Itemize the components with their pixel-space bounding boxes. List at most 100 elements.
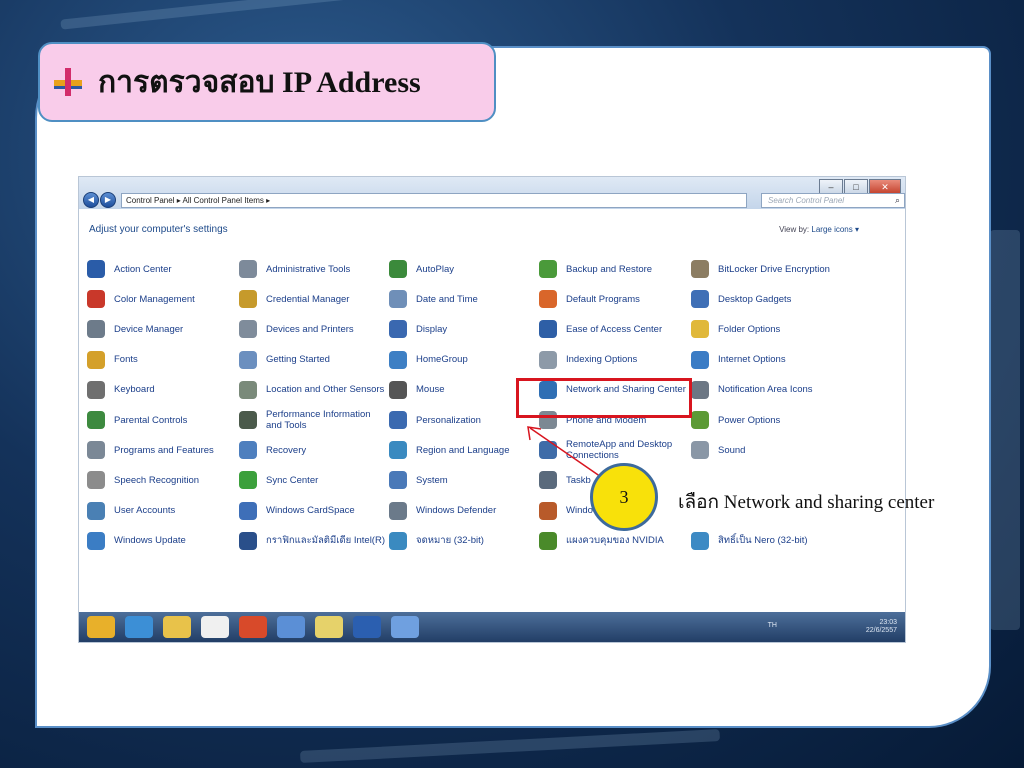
control-panel-item[interactable]: Devices and Printers (239, 315, 387, 343)
control-panel-item-label: Personalization (416, 414, 481, 426)
control-panel-item-label: Indexing Options (566, 354, 638, 366)
control-panel-item-icon (87, 531, 105, 550)
control-panel-item[interactable]: Fonts (87, 346, 235, 374)
taskbar-app-icon[interactable] (125, 616, 153, 638)
control-panel-item-icon (239, 441, 257, 460)
control-panel-item-icon (239, 350, 257, 369)
taskbar-app-icon[interactable] (353, 616, 381, 638)
control-panel-item-label: Performance Information and Tools (266, 409, 371, 431)
step-instruction: เลือก Network and sharing center (678, 492, 935, 513)
control-panel-item[interactable]: แผงควบคุมของ NVIDIA (539, 527, 687, 555)
control-panel-item[interactable]: System (389, 466, 537, 494)
control-panel-item-icon (389, 471, 407, 490)
search-icon[interactable]: ⌕ (895, 194, 900, 207)
control-panel-item[interactable]: Location and Other Sensors (239, 376, 387, 404)
control-panel-item-label: Fonts (114, 354, 138, 366)
control-panel-item[interactable]: Power Options (691, 406, 839, 434)
control-panel-item-icon (239, 380, 257, 399)
control-panel-item-label: System (416, 474, 448, 486)
control-panel-item-icon (691, 411, 709, 429)
search-input[interactable]: Search Control Panel ⌕ (761, 193, 905, 208)
language-indicator[interactable]: TH (768, 622, 777, 629)
control-panel-item-label: Getting Started (266, 354, 330, 366)
control-panel-item[interactable]: Getting Started (239, 346, 387, 374)
taskbar-app-icon[interactable] (201, 616, 229, 638)
control-panel-item[interactable]: Administrative Tools (239, 255, 387, 283)
control-panel-item[interactable]: Windows Update (87, 527, 235, 555)
address-bar[interactable]: Control Panel ▸ All Control Panel Items … (121, 193, 747, 208)
control-panel-item[interactable]: Mouse (389, 376, 537, 404)
view-by-control[interactable]: View by: Large icons ▾ (779, 225, 859, 234)
forward-arrow-icon[interactable]: ▶ (100, 192, 116, 208)
control-panel-item[interactable]: Programs and Features (87, 436, 235, 464)
control-panel-item[interactable]: Device Manager (87, 315, 235, 343)
control-panel-item[interactable]: Keyboard (87, 376, 235, 404)
control-panel-item[interactable]: AutoPlay (389, 255, 537, 283)
control-panel-item-label: Recovery (266, 444, 307, 456)
control-panel-item-icon (389, 290, 407, 309)
control-panel-item[interactable]: Notification Area Icons (691, 376, 839, 404)
control-panel-item[interactable]: Personalization (389, 406, 537, 434)
control-panel-item-label: Sync Center (266, 474, 319, 486)
control-panel-item-label: BitLocker Drive Encryption (718, 263, 830, 275)
taskbar-app-icon[interactable] (391, 616, 419, 638)
plus-bullet-icon (54, 68, 82, 96)
control-panel-item[interactable]: Folder Options (691, 315, 839, 343)
control-panel-item[interactable]: Default Programs (539, 285, 687, 313)
control-panel-item-label: Programs and Features (114, 444, 214, 456)
control-panel-item-label: Default Programs (566, 293, 640, 305)
control-panel-item[interactable]: Performance Information and Tools (239, 406, 387, 434)
control-panel-item-icon (239, 290, 257, 309)
control-panel-item[interactable]: Windows Defender (389, 497, 537, 525)
control-panel-item[interactable]: Internet Options (691, 346, 839, 374)
control-panel-item-label: Windows Update (114, 535, 186, 547)
control-panel-item-icon (539, 501, 557, 520)
control-panel-item[interactable]: Date and Time (389, 285, 537, 313)
clock-time: 23:03 (879, 619, 897, 626)
control-panel-item[interactable]: Color Management (87, 285, 235, 313)
control-panel-item[interactable]: Region and Language (389, 436, 537, 464)
control-panel-item[interactable]: Ease of Access Center (539, 315, 687, 343)
control-panel-item-icon (691, 290, 709, 309)
back-arrow-icon[interactable]: ◀ (83, 192, 99, 208)
taskbar: TH 23:03 22/6/2557 (79, 612, 905, 642)
control-panel-item-icon (691, 380, 709, 399)
control-panel-item-icon (691, 441, 709, 460)
control-panel-item[interactable]: Indexing Options (539, 346, 687, 374)
background-streak (299, 729, 721, 763)
taskbar-app-icon[interactable] (277, 616, 305, 638)
control-panel-item[interactable]: กราฟิกและมัลติมีเดีย Intel(R) (239, 527, 387, 555)
control-panel-item[interactable]: User Accounts (87, 497, 235, 525)
control-panel-item[interactable]: Backup and Restore (539, 255, 687, 283)
control-panel-item[interactable]: สิทธิ์เป็น Nero (32-bit) (691, 527, 839, 555)
control-panel-item[interactable]: Action Center (87, 255, 235, 283)
control-panel-item[interactable]: Parental Controls (87, 406, 235, 434)
control-panel-item-label: Administrative Tools (266, 263, 351, 275)
control-panel-item[interactable]: Recovery (239, 436, 387, 464)
control-panel-item[interactable]: Sync Center (239, 466, 387, 494)
taskbar-app-icon[interactable] (87, 616, 115, 638)
control-panel-item[interactable]: Speech Recognition (87, 466, 235, 494)
control-panel-item[interactable]: จดหมาย (32-bit) (389, 527, 537, 555)
control-panel-item[interactable]: HomeGroup (389, 346, 537, 374)
system-clock[interactable]: 23:03 22/6/2557 (866, 619, 897, 635)
control-panel-item-label: Color Management (114, 293, 195, 305)
control-panel-item-label: สิทธิ์เป็น Nero (32-bit) (718, 535, 808, 547)
taskbar-app-icon[interactable] (315, 616, 343, 638)
control-panel-item[interactable]: Display (389, 315, 537, 343)
control-panel-item[interactable]: Credential Manager (239, 285, 387, 313)
view-by-dropdown[interactable]: Large icons ▾ (811, 225, 859, 234)
control-panel-item[interactable]: Desktop Gadgets (691, 285, 839, 313)
control-panel-item-label: กราฟิกและมัลติมีเดีย Intel(R) (266, 535, 385, 547)
background-streak (60, 0, 360, 30)
taskbar-app-icon[interactable] (239, 616, 267, 638)
control-panel-item[interactable]: BitLocker Drive Encryption (691, 255, 839, 283)
control-panel-item-label: AutoPlay (416, 263, 455, 275)
taskbar-app-icon[interactable] (163, 616, 191, 638)
control-panel-item-label: Desktop Gadgets (718, 293, 792, 305)
control-panel-item-icon (87, 501, 105, 520)
control-panel-item-icon (87, 320, 105, 339)
control-panel-item-icon (691, 531, 709, 550)
control-panel-item[interactable]: Windows CardSpace (239, 497, 387, 525)
control-panel-item[interactable]: Sound (691, 436, 839, 464)
